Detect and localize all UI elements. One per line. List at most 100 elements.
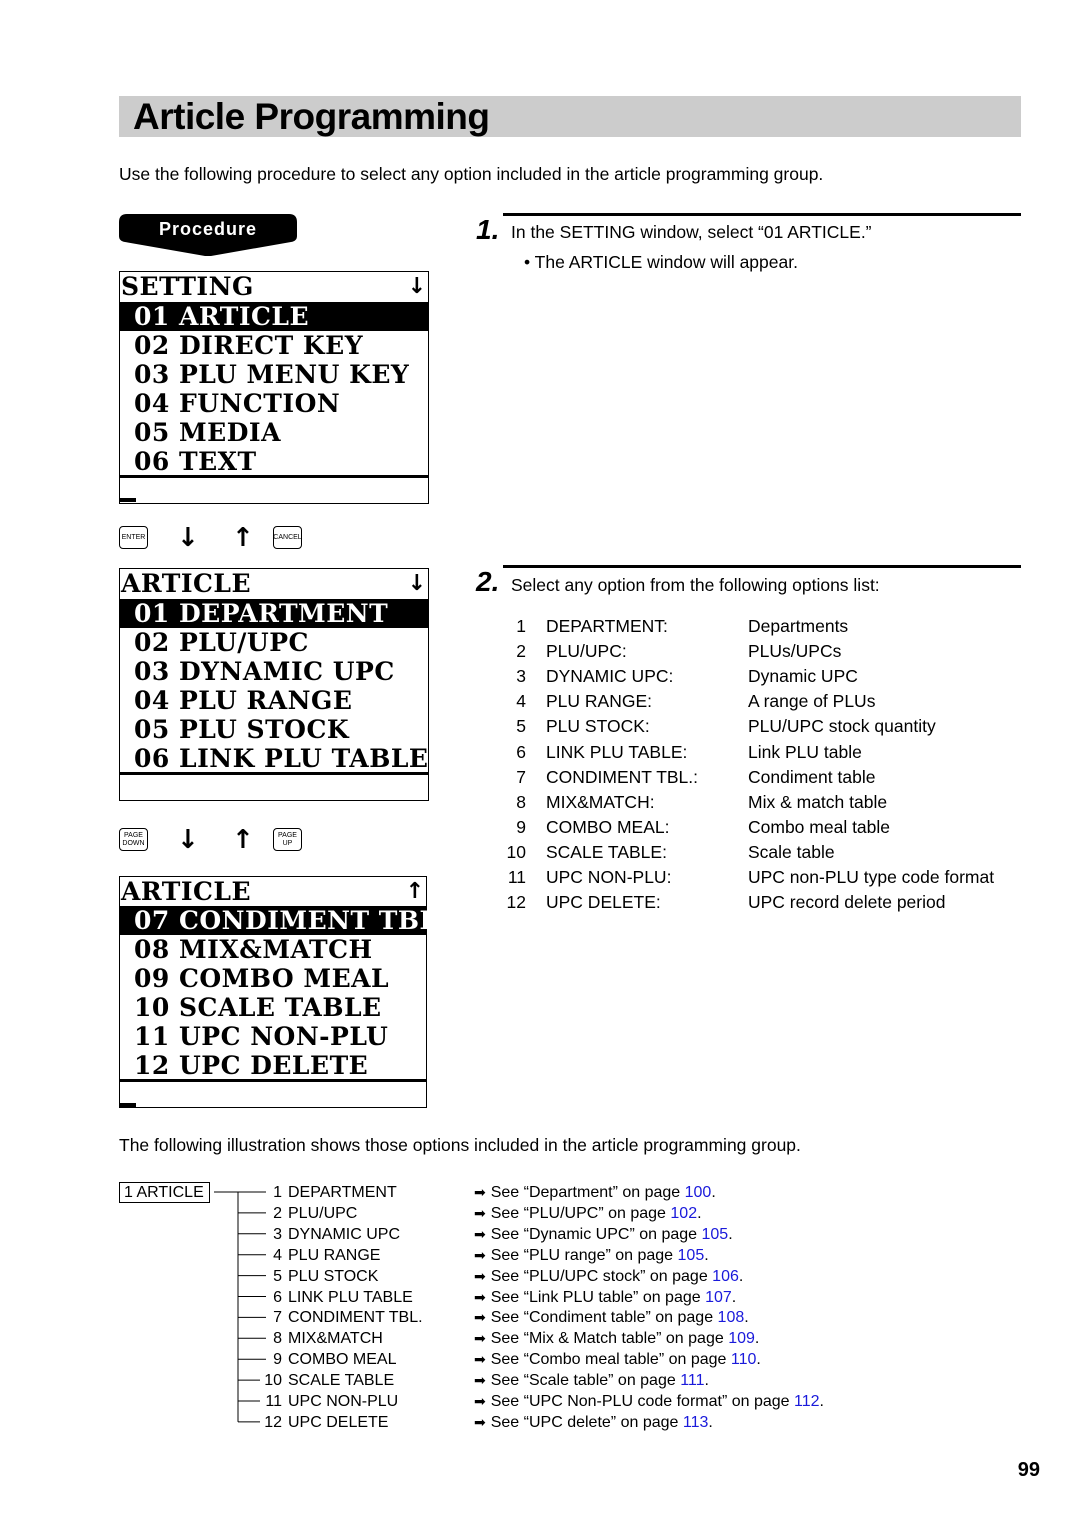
tree-node-name: UPC NON-PLU (288, 1393, 399, 1410)
tree-node-number: 9 (273, 1351, 282, 1369)
option-description: Departments (748, 616, 849, 636)
reference-period: . (754, 1330, 760, 1348)
page-link[interactable]: 110 (731, 1351, 757, 1368)
reference-period: . (756, 1351, 761, 1369)
lcd-item[interactable]: 11 UPC NON-PLU (120, 1022, 426, 1051)
lcd-item-selected[interactable]: 07 CONDIMENT TBL. (120, 906, 446, 935)
tree-node-number: 10 (264, 1372, 282, 1390)
lcd-item[interactable]: 08 MIX&MATCH (120, 935, 426, 964)
step-2-rule (503, 565, 1021, 568)
option-number: 6 (516, 741, 526, 762)
page-link[interactable]: 107 (705, 1289, 732, 1306)
scroll-down-icon: ↓ (407, 571, 426, 596)
page-link[interactable]: 106 (712, 1268, 739, 1285)
tree-node-name: DEPARTMENT (288, 1184, 397, 1201)
option-name: PLU STOCK: (546, 716, 650, 737)
page-up-key[interactable]: PAGE UP (273, 828, 302, 851)
lcd-item-selected[interactable]: 01 DEPARTMENT (120, 599, 428, 628)
arrow-right-icon: ➡ (474, 1247, 486, 1264)
reference-period: . (819, 1393, 824, 1410)
option-number: 4 (516, 691, 526, 712)
arrow-right-icon: ➡ (474, 1352, 486, 1369)
page-link[interactable]: 113 (683, 1414, 709, 1431)
page-link[interactable]: 109 (728, 1330, 755, 1347)
cross-reference: ➡ See “Condiment table” on page 108. (474, 1307, 749, 1328)
tree-node-number: 4 (273, 1246, 282, 1264)
option-description: Dynamic UPC (748, 666, 858, 687)
tree-node-number: 6 (273, 1288, 282, 1306)
enter-key[interactable]: ENTER (119, 526, 148, 549)
reference-period: . (708, 1413, 713, 1431)
option-number: 11 (507, 867, 526, 887)
lcd-item[interactable]: 06 LINK PLU TABLE (120, 744, 428, 773)
cross-reference: ➡ See “UPC delete” on page 113. (474, 1412, 713, 1433)
lcd-item[interactable]: 12 UPC DELETE (120, 1051, 426, 1080)
lcd-item[interactable]: 03 DYNAMIC UPC (120, 657, 428, 686)
option-number: 2 (516, 641, 526, 662)
tree-node-number: 11 (265, 1393, 282, 1410)
intro-text: Use the following procedure to select an… (119, 164, 824, 184)
option-description: A range of PLUs (748, 691, 876, 712)
option-description: Combo meal table (748, 816, 891, 837)
option-number: 7 (516, 766, 526, 787)
tree-node-name: COMBO MEAL (288, 1351, 397, 1369)
tree-node-number: 3 (273, 1225, 282, 1243)
lcd-item[interactable]: 10 SCALE TABLE (120, 993, 426, 1022)
page-link[interactable]: 102 (670, 1205, 697, 1222)
option-name: UPC NON-PLU: (546, 867, 672, 887)
tree-root-article: 1 ARTICLE (119, 1182, 210, 1203)
tree-node-name: MIX&MATCH (288, 1330, 383, 1348)
lcd-title: SETTING (121, 272, 254, 301)
tree-node-number: 1 (273, 1184, 282, 1201)
arrow-right-icon: ➡ (474, 1310, 486, 1327)
page-link[interactable]: 100 (685, 1184, 712, 1201)
reference-text: See “PLU range” on page (490, 1246, 678, 1264)
option-name: DYNAMIC UPC: (546, 666, 674, 687)
tree-node-name: UPC DELETE (288, 1413, 389, 1431)
step-2-number: 2. (476, 566, 500, 597)
reference-text: See “UPC delete” on page (490, 1413, 683, 1431)
lcd-item[interactable]: 04 FUNCTION (120, 389, 428, 418)
option-name: LINK PLU TABLE: (546, 741, 688, 762)
up-arrow-icon: ↑ (232, 523, 254, 553)
reference-period: . (744, 1309, 749, 1327)
lcd-item[interactable]: 05 PLU STOCK (120, 715, 428, 744)
option-description: UPC record delete period (748, 892, 946, 913)
reference-text: See “UPC Non-PLU code format” on page (490, 1393, 794, 1410)
arrow-right-icon: ➡ (474, 1331, 486, 1348)
arrow-right-icon: ➡ (474, 1289, 486, 1306)
scroll-down-icon: ↓ (407, 274, 426, 299)
page-link[interactable]: 112 (794, 1393, 820, 1410)
cross-reference: ➡ See “Dynamic UPC” on page 105. (474, 1224, 733, 1245)
option-description: PLU/UPC stock quantity (748, 716, 936, 737)
page-link[interactable]: 105 (678, 1247, 705, 1264)
reference-text: See “Link PLU table” on page (490, 1288, 706, 1306)
lcd-item[interactable]: 02 DIRECT KEY (120, 331, 428, 360)
reference-period: . (731, 1288, 737, 1306)
page-link[interactable]: 108 (718, 1309, 745, 1326)
page-link[interactable]: 111 (680, 1372, 704, 1389)
option-name: DEPARTMENT: (546, 616, 668, 636)
option-number: 8 (516, 791, 526, 812)
page-down-key[interactable]: PAGE DOWN (119, 828, 148, 851)
lcd-item[interactable]: 06 TEXT (120, 447, 428, 476)
lcd-item[interactable]: 02 PLU/UPC (120, 628, 428, 657)
lcd-item-selected[interactable]: 01 ARTICLE (120, 302, 428, 331)
scroll-up-icon: ↑ (405, 879, 424, 904)
page-link[interactable]: 105 (702, 1226, 729, 1243)
option-description: Condiment table (748, 766, 876, 787)
cross-reference: ➡ See “Combo meal table” on page 110. (474, 1349, 761, 1370)
arrow-right-icon: ➡ (474, 1268, 486, 1285)
lcd-item[interactable]: 09 COMBO MEAL (120, 964, 426, 993)
lcd-item[interactable]: 04 PLU RANGE (120, 686, 428, 715)
tree-node-name: PLU STOCK (288, 1267, 379, 1285)
lcd-item[interactable]: 03 PLU MENU KEY (120, 360, 428, 389)
cancel-key[interactable]: CANCEL (273, 526, 302, 549)
down-arrow-icon: ↓ (177, 523, 199, 553)
cross-reference: ➡ See “Scale table” on page 111. (474, 1370, 709, 1391)
lcd-item[interactable]: 05 MEDIA (120, 418, 428, 447)
step-1-bullet: • The ARTICLE window will appear. (524, 252, 798, 272)
page-title: Article Programming (133, 96, 490, 137)
up-arrow-icon: ↑ (232, 825, 254, 855)
lcd-title: ARTICLE (121, 569, 252, 598)
